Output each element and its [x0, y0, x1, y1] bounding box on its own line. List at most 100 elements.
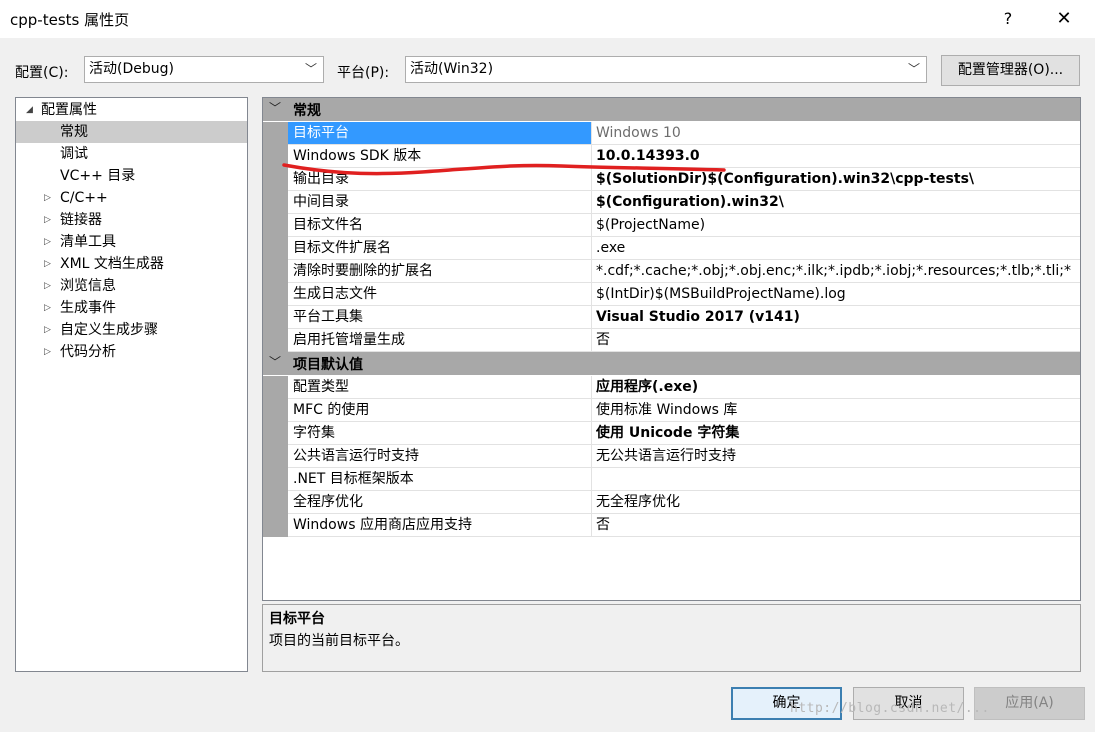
tree-item[interactable]: ▷ 清单工具	[16, 231, 247, 253]
chevron-down-icon[interactable]: ﹀	[269, 353, 281, 370]
row-gutter	[263, 491, 288, 514]
property-row[interactable]: .NET 目标框架版本	[263, 468, 1080, 491]
tree-item-label: 代码分析	[60, 344, 116, 360]
property-row[interactable]: 启用托管增量生成否	[263, 329, 1080, 352]
tree-item[interactable]: ◢ 配置属性	[16, 99, 247, 121]
tree-item[interactable]: ▷ 自定义生成步骤	[16, 319, 247, 341]
config-dropdown[interactable]: 活动(Debug) ﹀	[84, 56, 324, 83]
property-name[interactable]: MFC 的使用	[288, 399, 592, 422]
close-icon[interactable]: ✕	[1046, 5, 1082, 33]
expand-triangle-icon[interactable]: ▷	[44, 319, 51, 341]
property-row[interactable]: MFC 的使用 使用标准 Windows 库	[263, 399, 1080, 422]
property-row[interactable]: 目标文件名 $(ProjectName)	[263, 214, 1080, 237]
tree-item-label: 链接器	[60, 212, 102, 228]
tree-item[interactable]: 常规	[16, 121, 247, 143]
window-title: cpp-tests 属性页	[10, 11, 130, 29]
expand-triangle-icon[interactable]: ▷	[44, 253, 51, 275]
property-name[interactable]: Windows 应用商店应用支持	[288, 514, 592, 537]
property-value[interactable]: $(Configuration).win32\	[592, 191, 1080, 214]
property-row[interactable]: 清除时要删除的扩展名 *.cdf;*.cache;*.obj;*.obj.enc;…	[263, 260, 1080, 283]
tree-item[interactable]: ▷ 代码分析	[16, 341, 247, 363]
watermark-text: http://blog.csdn.net/...	[790, 701, 990, 716]
property-value[interactable]: .exe	[592, 237, 1080, 260]
row-gutter	[263, 122, 288, 145]
property-value[interactable]: Windows 10	[592, 122, 1080, 145]
property-value[interactable]: 无全程序优化	[592, 491, 1080, 514]
expand-triangle-icon[interactable]: ▷	[44, 209, 51, 231]
chevron-down-icon: ﹀	[304, 62, 317, 76]
property-value[interactable]: $(IntDir)$(MSBuildProjectName).log	[592, 283, 1080, 306]
property-row[interactable]: 全程序优化 无全程序优化	[263, 491, 1080, 514]
tree-item-label: 清单工具	[60, 234, 116, 250]
property-name[interactable]: 目标文件扩展名	[288, 237, 592, 260]
property-row[interactable]: 生成日志文件 $(IntDir)$(MSBuildProjectName).log	[263, 283, 1080, 306]
row-gutter	[263, 468, 288, 491]
property-row[interactable]: 公共语言运行时支持 无公共语言运行时支持	[263, 445, 1080, 468]
property-value[interactable]: 否	[592, 329, 1080, 352]
property-name[interactable]: 平台工具集	[288, 306, 592, 329]
platform-dropdown-value: 活动(Win32)	[410, 61, 494, 77]
property-value[interactable]: 无公共语言运行时支持	[592, 445, 1080, 468]
property-row[interactable]: 目标文件扩展名 .exe	[263, 237, 1080, 260]
property-name[interactable]: 清除时要删除的扩展名	[288, 260, 592, 283]
expand-triangle-icon[interactable]: ▷	[44, 341, 51, 363]
property-name[interactable]: 目标平台	[288, 122, 592, 145]
property-name[interactable]: 全程序优化	[288, 491, 592, 514]
tree-item-label: 调试	[60, 146, 88, 162]
expand-triangle-icon[interactable]: ▷	[44, 231, 51, 253]
help-button[interactable]: ?	[990, 5, 1026, 33]
property-value[interactable]: 使用标准 Windows 库	[592, 399, 1080, 422]
property-row[interactable]: 配置类型 应用程序(.exe)	[263, 376, 1080, 399]
tree-item[interactable]: ▷ 生成事件	[16, 297, 247, 319]
expand-triangle-icon[interactable]: ▷	[44, 297, 51, 319]
tree-item-label: 自定义生成步骤	[60, 322, 158, 338]
property-name[interactable]: 配置类型	[288, 376, 592, 399]
property-tree[interactable]: ◢ 配置属性 常规 调试 VC++ 目录 ▷ C/C++ ▷ 链接器 ▷ 清单工具 ▷ XML 文档生成…	[15, 97, 248, 672]
chevron-down-icon[interactable]: ﹀	[269, 99, 281, 116]
property-row[interactable]: 平台工具集 Visual Studio 2017 (v141)	[263, 306, 1080, 329]
apply-button[interactable]: 应用(A)	[974, 687, 1085, 720]
tree-item-label: 生成事件	[60, 300, 116, 316]
row-gutter	[263, 237, 288, 260]
property-value[interactable]	[592, 468, 1080, 491]
property-row[interactable]: 字符集 使用 Unicode 字符集	[263, 422, 1080, 445]
tree-item-label: 浏览信息	[60, 278, 116, 294]
grid-category[interactable]: ﹀ 项目默认值	[263, 352, 1080, 375]
tree-item-label: 常规	[60, 124, 88, 140]
property-value[interactable]: 否	[592, 514, 1080, 537]
property-row[interactable]: 目标平台 Windows 10	[263, 122, 1080, 145]
property-name[interactable]: 字符集	[288, 422, 592, 445]
grid-category[interactable]: ﹀ 常规	[263, 98, 1080, 121]
collapse-triangle-icon[interactable]: ◢	[26, 99, 33, 121]
tree-item[interactable]: ▷ XML 文档生成器	[16, 253, 247, 275]
row-gutter	[263, 422, 288, 445]
grid-category-title: 常规	[293, 103, 321, 119]
property-value[interactable]: $(ProjectName)	[592, 214, 1080, 237]
row-gutter	[263, 329, 288, 352]
expand-triangle-icon[interactable]: ▷	[44, 275, 51, 297]
property-name[interactable]: .NET 目标框架版本	[288, 468, 592, 491]
property-value[interactable]: Visual Studio 2017 (v141)	[592, 306, 1080, 329]
property-row[interactable]: Windows 应用商店应用支持否	[263, 514, 1080, 537]
tree-item[interactable]: ▷ 浏览信息	[16, 275, 247, 297]
config-manager-button[interactable]: 配置管理器(O)...	[941, 55, 1080, 86]
row-gutter	[263, 399, 288, 422]
property-name[interactable]: 启用托管增量生成	[288, 329, 592, 352]
property-name[interactable]: 目标文件名	[288, 214, 592, 237]
property-value[interactable]: 应用程序(.exe)	[592, 376, 1080, 399]
tree-item[interactable]: VC++ 目录	[16, 165, 247, 187]
description-panel: 目标平台 项目的当前目标平台。	[262, 604, 1081, 672]
platform-dropdown[interactable]: 活动(Win32) ﹀	[405, 56, 927, 83]
expand-triangle-icon[interactable]: ▷	[44, 187, 51, 209]
tree-item-label: C/C++	[60, 190, 108, 206]
property-name[interactable]: 中间目录	[288, 191, 592, 214]
tree-item[interactable]: 调试	[16, 143, 247, 165]
property-name[interactable]: 生成日志文件	[288, 283, 592, 306]
tree-item[interactable]: ▷ 链接器	[16, 209, 247, 231]
title-bar: cpp-tests 属性页 ? ✕	[0, 0, 1095, 38]
property-name[interactable]: 公共语言运行时支持	[288, 445, 592, 468]
property-value[interactable]: 使用 Unicode 字符集	[592, 422, 1080, 445]
tree-item[interactable]: ▷ C/C++	[16, 187, 247, 209]
property-value[interactable]: *.cdf;*.cache;*.obj;*.obj.enc;*.ilk;*.ip…	[592, 260, 1080, 283]
property-row[interactable]: 中间目录 $(Configuration).win32\	[263, 191, 1080, 214]
